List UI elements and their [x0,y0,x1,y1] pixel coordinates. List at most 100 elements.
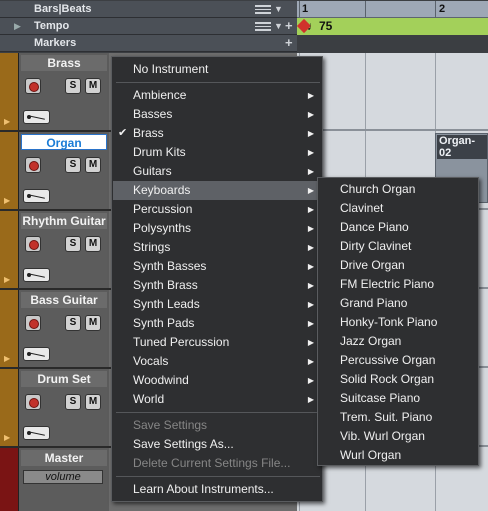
region-name: Organ-02 [437,135,487,159]
solo-button[interactable]: S [65,394,81,410]
menu-item-ambience[interactable]: Ambience ▶ [113,86,321,105]
markers-header: Markers + [0,35,297,52]
submenu-item-honky-tonk-piano[interactable]: Honky-Tonk Piano [319,313,477,332]
menu-item-tuned-percussion[interactable]: Tuned Percussion ▶ [113,333,321,352]
menu-item-delete-settings: Delete Current Settings File... [113,454,321,473]
menu-item-vocals[interactable]: Vocals ▶ [113,352,321,371]
automation-icon[interactable] [23,189,50,203]
solo-button[interactable]: S [65,78,81,94]
instrument-menu: No Instrument Ambience ▶ Basses ▶ ✔ Brass ▶ … [111,56,323,502]
submenu-item-solid-rock-organ[interactable]: Solid Rock Organ [319,370,477,389]
solo-button[interactable]: S [65,315,81,331]
disclosure-triangle-icon[interactable]: ▶ [4,117,10,126]
disclosure-triangle-icon[interactable]: ▶ [4,196,10,205]
submenu-item-trem-suit-piano[interactable]: Trem. Suit. Piano [319,408,477,427]
tempo-menu-icon[interactable] [255,22,271,31]
menu-item-guitars[interactable]: Guitars ▶ [113,162,321,181]
record-enable-button[interactable] [25,315,41,331]
track-name[interactable]: Bass Guitar [21,292,107,308]
disclosure-triangle-icon[interactable]: ▶ [4,433,10,442]
tempo-menu-arrow-icon[interactable]: ▼ [274,21,283,31]
record-enable-button[interactable] [25,78,41,94]
menu-item-label: Save Settings As... [133,437,234,451]
bar-ruler-timeline[interactable]: 1 2 [297,1,488,18]
menu-item-world[interactable]: World ▶ [113,390,321,409]
submenu-arrow-icon: ▶ [307,300,314,309]
submenu-item-dirty-clavinet[interactable]: Dirty Clavinet [319,237,477,256]
automation-icon[interactable] [23,426,50,440]
mute-button[interactable]: M [85,315,101,331]
disclosure-triangle-icon[interactable]: ▶ [4,275,10,284]
menu-item-label: Brass [133,126,164,140]
menu-item-save-settings-as[interactable]: Save Settings As... [113,435,321,454]
menu-item-label: Basses [133,107,173,121]
track-color-strip: ▶ [0,369,18,446]
submenu-item-church-organ[interactable]: Church Organ [319,180,477,199]
submenu-arrow-icon: ▶ [307,205,314,214]
menu-item-learn-about-instruments[interactable]: Learn About Instruments... [113,480,321,499]
submenu-arrow-icon: ▶ [307,319,314,328]
menu-item-label: Synth Basses [133,259,207,273]
menu-item-drum-kits[interactable]: Drum Kits ▶ [113,143,321,162]
menu-item-synth-basses[interactable]: Synth Basses ▶ [113,257,321,276]
track-name[interactable]: Rhythm Guitar [21,213,107,229]
markers-track: Markers + [0,35,488,52]
menu-item-woodwind[interactable]: Woodwind ▶ [113,371,321,390]
automation-icon[interactable] [23,110,50,124]
menu-item-label: Save Settings [133,418,208,432]
menu-item-strings[interactable]: Strings ▶ [113,238,321,257]
menu-item-synth-brass[interactable]: Synth Brass ▶ [113,276,321,295]
track-header: Organ S M [18,132,109,209]
submenu-item-fm-electric-piano[interactable]: FM Electric Piano [319,275,477,294]
track-color-strip [0,448,18,511]
submenu-item-clavinet[interactable]: Clavinet [319,199,477,218]
disclosure-triangle-icon[interactable]: ▶ [4,354,10,363]
record-enable-button[interactable] [25,394,41,410]
mute-button[interactable]: M [85,78,101,94]
mute-button[interactable]: M [85,236,101,252]
ruler-menu-arrow-icon[interactable]: ▼ [274,4,283,14]
submenu-item-drive-organ[interactable]: Drive Organ [319,256,477,275]
track-name[interactable]: Drum Set [21,371,107,387]
track-name[interactable]: Organ [21,134,107,150]
submenu-item-wurl-organ[interactable]: Wurl Organ [319,446,477,465]
add-marker-icon[interactable]: + [285,35,293,50]
menu-item-synth-leads[interactable]: Synth Leads ▶ [113,295,321,314]
submenu-arrow-icon: ▶ [307,91,314,100]
track-name[interactable]: Brass [21,55,107,71]
submenu-item-grand-piano[interactable]: Grand Piano [319,294,477,313]
mute-button[interactable]: M [85,394,101,410]
tempo-lane[interactable]: ♩75 [296,18,488,35]
ruler-menu-icon[interactable] [255,5,271,14]
submenu-arrow-icon: ▶ [307,224,314,233]
volume-selector[interactable]: volume [23,470,103,484]
menu-item-percussion[interactable]: Percussion ▶ [113,200,321,219]
menu-item-brass[interactable]: ✔ Brass ▶ [113,124,321,143]
menu-item-polysynths[interactable]: Polysynths ▶ [113,219,321,238]
automation-icon[interactable] [23,347,50,361]
menu-item-keyboards[interactable]: Keyboards ▶ [113,181,321,200]
submenu-item-percussive-organ[interactable]: Percussive Organ [319,351,477,370]
disclosure-triangle-icon[interactable]: ▶ [14,21,21,32]
mute-button[interactable]: M [85,157,101,173]
menu-item-no-instrument[interactable]: No Instrument [113,60,321,79]
global-tracks: Bars|Beats ▼ 1 2 ▶ Tempo ▼ + ♩75 Markers… [0,0,488,53]
marker-lane[interactable] [297,35,488,52]
add-tempo-icon[interactable]: + [285,18,293,33]
record-enable-button[interactable] [25,236,41,252]
submenu-item-dance-piano[interactable]: Dance Piano [319,218,477,237]
track-color-strip: ▶ [0,132,18,209]
track-name[interactable]: Master [21,450,107,466]
menu-item-synth-pads[interactable]: Synth Pads ▶ [113,314,321,333]
solo-button[interactable]: S [65,236,81,252]
submenu-arrow-icon: ▶ [307,110,314,119]
bars-beats-label: Bars|Beats [34,3,92,15]
menu-item-basses[interactable]: Basses ▶ [113,105,321,124]
submenu-arrow-icon: ▶ [307,148,314,157]
automation-icon[interactable] [23,268,50,282]
record-enable-button[interactable] [25,157,41,173]
submenu-item-suitcase-piano[interactable]: Suitcase Piano [319,389,477,408]
submenu-item-vib-wurl-organ[interactable]: Vib. Wurl Organ [319,427,477,446]
solo-button[interactable]: S [65,157,81,173]
submenu-item-jazz-organ[interactable]: Jazz Organ [319,332,477,351]
